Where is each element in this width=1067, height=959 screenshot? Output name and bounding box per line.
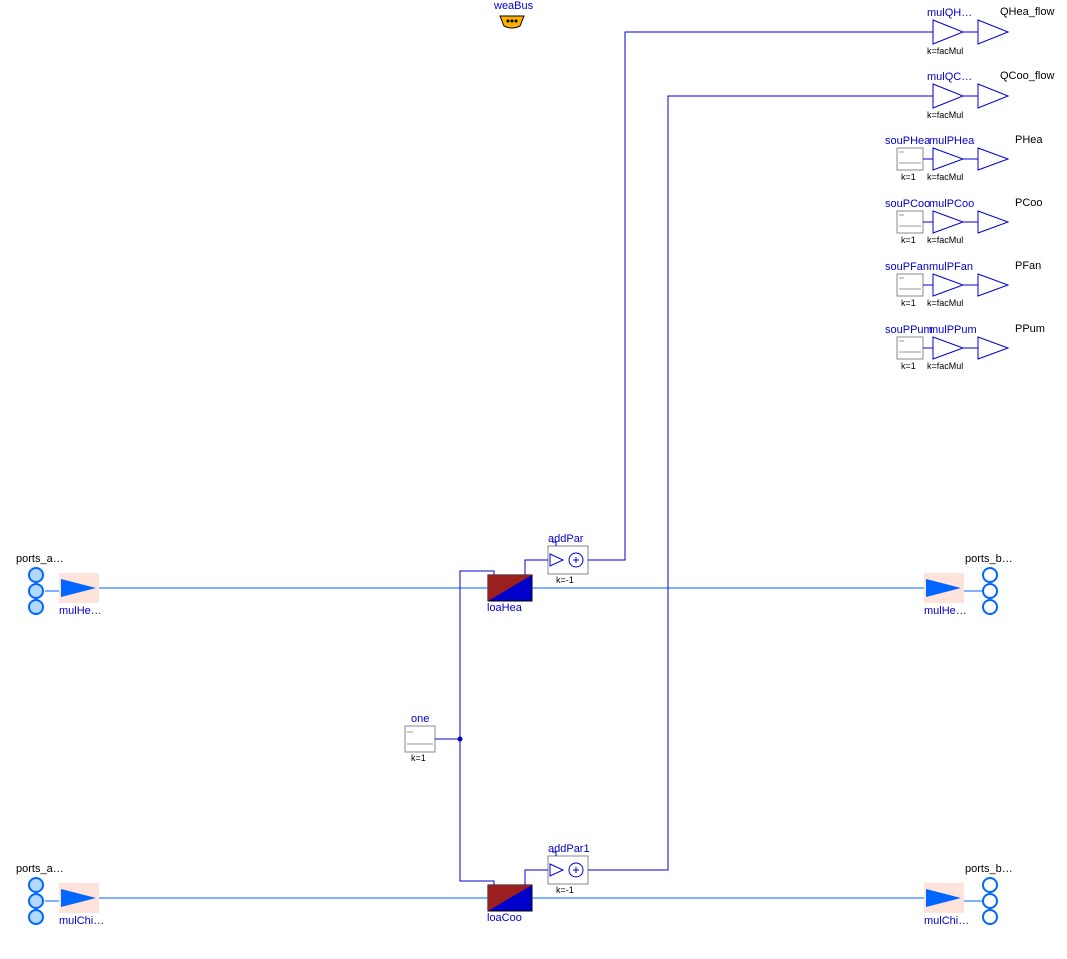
ports-a-chi[interactable] (29, 878, 43, 924)
addPar1-label: addPar1 (548, 843, 590, 855)
souPFan-block[interactable] (897, 274, 923, 296)
mulQHea-gain[interactable] (933, 20, 963, 44)
loaCoo-label: loaCoo (487, 912, 522, 924)
addPar-k: k=-1 (556, 575, 574, 585)
mulPFan-label: mulPFan (929, 261, 973, 273)
one-label: one (411, 713, 429, 725)
weabus-label: weaBus (494, 0, 533, 12)
addPar-block[interactable] (548, 542, 588, 574)
PFan-label: PFan (1015, 260, 1041, 272)
PHea-label: PHea (1015, 134, 1043, 146)
ports-b-chi-label: ports_b… (965, 863, 1013, 875)
ports-b-hea-label: ports_b… (965, 553, 1013, 565)
mulPCoo-gain[interactable] (933, 211, 963, 233)
PHea-output[interactable] (978, 148, 1008, 170)
souPHea-label: souPHea (885, 135, 930, 147)
mulPHea-k: k=facMul (927, 172, 963, 182)
souPHea-k: k=1 (901, 172, 916, 182)
mulQCoo-label: mulQC… (927, 71, 972, 83)
PPum-label: PPum (1015, 323, 1045, 335)
mulPCoo-k: k=facMul (927, 235, 963, 245)
mulPFan-k: k=facMul (927, 298, 963, 308)
loaCoo-block[interactable] (488, 881, 532, 911)
addPar1-k: k=-1 (556, 885, 574, 895)
mulPPum-k: k=facMul (927, 361, 963, 371)
souPPum-label: souPPum (885, 324, 933, 336)
souPFan-label: souPFan (885, 261, 929, 273)
mulQCoo-k: k=facMul (927, 110, 963, 120)
loaHea-label: loaHea (487, 602, 522, 614)
souPCoo-k: k=1 (901, 235, 916, 245)
souPCoo-label: souPCoo (885, 198, 930, 210)
ports-b-hea[interactable] (983, 568, 997, 614)
PCoo-output[interactable] (978, 211, 1008, 233)
mulChiOut-label: mulChi… (924, 915, 969, 927)
PCoo-label: PCoo (1015, 197, 1043, 209)
mulChiIn-block[interactable] (59, 883, 99, 913)
mulQHea-k: k=facMul (927, 46, 963, 56)
mulPHea-label: mulPHea (929, 135, 974, 147)
mulChiIn-label: mulChi… (59, 915, 104, 927)
mulPFan-gain[interactable] (933, 274, 963, 296)
QHea_flow-label: QHea_flow (1000, 6, 1054, 18)
souPCoo-block[interactable] (897, 211, 923, 233)
mulPPum-label: mulPPum (929, 324, 977, 336)
one-k: k=1 (411, 753, 426, 763)
QHea_flow-output[interactable] (978, 20, 1008, 44)
ports-b-chi[interactable] (983, 878, 997, 924)
weabus-connector[interactable] (500, 16, 524, 28)
mulQHea-label: mulQH… (927, 7, 972, 19)
mulPCoo-label: mulPCoo (929, 198, 974, 210)
mulPHea-gain[interactable] (933, 148, 963, 170)
PPum-output[interactable] (978, 337, 1008, 359)
one-block[interactable] (405, 726, 435, 752)
ports-a-hea-label: ports_a… (16, 553, 64, 565)
mulQCoo-gain[interactable] (933, 84, 963, 108)
souPPum-k: k=1 (901, 361, 916, 371)
mulChiOut-block[interactable] (924, 883, 964, 913)
mulHeaIn-block[interactable] (59, 573, 99, 603)
souPFan-k: k=1 (901, 298, 916, 308)
QCoo_flow-label: QCoo_flow (1000, 70, 1054, 82)
ports-a-hea[interactable] (27, 567, 45, 615)
mulHeaIn-label: mulHe… (59, 605, 102, 617)
addPar-label: addPar (548, 533, 583, 545)
QCoo_flow-output[interactable] (978, 84, 1008, 108)
mulHeaOut-block[interactable] (924, 573, 964, 603)
mulHeaOut-label: mulHe… (924, 605, 967, 617)
souPHea-block[interactable] (897, 148, 923, 170)
PFan-output[interactable] (978, 274, 1008, 296)
ports-a-chi-label: ports_a… (16, 863, 64, 875)
addPar1-block[interactable] (548, 852, 588, 884)
souPPum-block[interactable] (897, 337, 923, 359)
loaHea-block[interactable] (488, 571, 532, 601)
mulPPum-gain[interactable] (933, 337, 963, 359)
